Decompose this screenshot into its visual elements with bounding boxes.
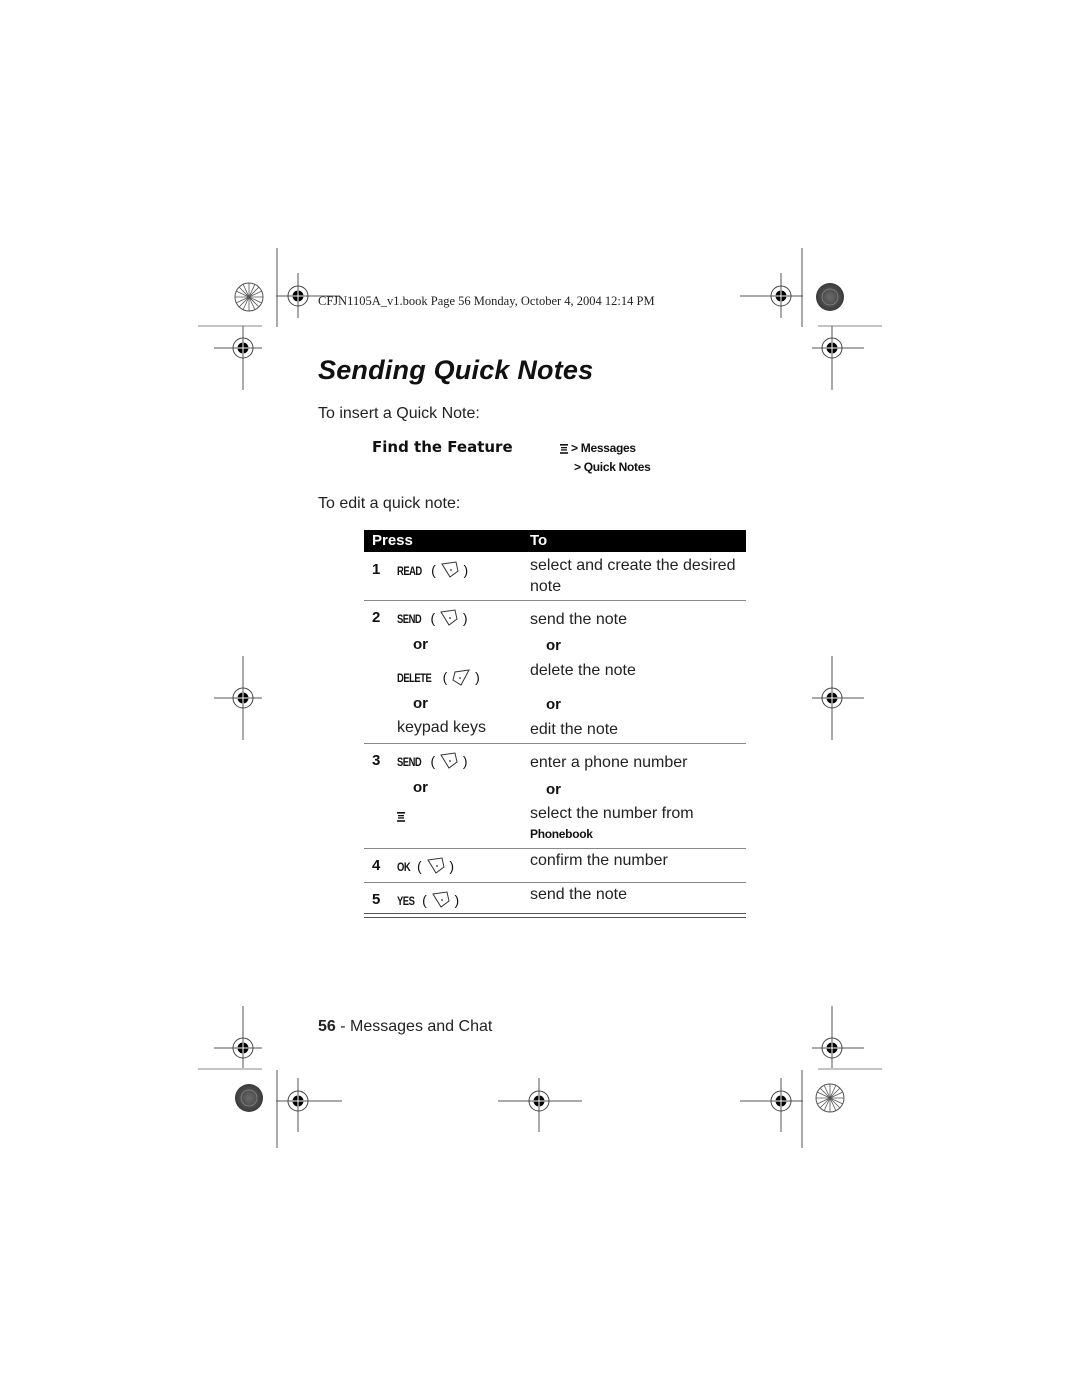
send-key-label: SEND bbox=[397, 614, 422, 626]
ok-key-label: OK bbox=[397, 862, 411, 874]
to-text: enter a phone number bbox=[530, 754, 688, 771]
dark-disc-top-right-icon bbox=[816, 283, 844, 311]
delete-key-label: DELETE bbox=[397, 673, 432, 685]
crosshair-right-upper bbox=[812, 325, 882, 390]
to-text: delete the note bbox=[530, 662, 636, 679]
to-text: send the note bbox=[530, 611, 627, 628]
or-label: or bbox=[546, 696, 561, 713]
right-soft-key-icon bbox=[440, 609, 458, 626]
press-yes: YES ( ) bbox=[397, 891, 460, 908]
phonebook-label: Phonebook bbox=[530, 827, 593, 841]
crosshair-top-left bbox=[276, 248, 340, 327]
table-bottom-rule bbox=[364, 917, 746, 918]
or-label: or bbox=[413, 779, 428, 796]
or-label: or bbox=[546, 781, 561, 798]
row-divider bbox=[364, 848, 746, 849]
right-soft-key-icon bbox=[440, 561, 459, 578]
find-feature-label: Find the Feature bbox=[372, 438, 513, 456]
press-delete: DELETE ( ) bbox=[397, 669, 480, 686]
table-header: Press To bbox=[364, 530, 746, 552]
crosshair-top-right bbox=[740, 248, 803, 327]
section-name: - Messages and Chat bbox=[335, 1018, 493, 1035]
print-header: CFJN1105A_v1.book Page 56 Monday, Octobe… bbox=[318, 294, 655, 308]
right-soft-key-icon bbox=[440, 752, 458, 769]
to-text: select the number from bbox=[530, 805, 694, 822]
menu-icon bbox=[560, 443, 568, 454]
to-text: edit the note bbox=[530, 721, 619, 738]
starburst-top-left-icon bbox=[234, 282, 264, 312]
crosshair-right-lower bbox=[812, 1006, 882, 1070]
header-to: To bbox=[530, 532, 548, 549]
row-divider bbox=[364, 743, 746, 744]
right-soft-key-icon bbox=[426, 857, 445, 874]
path-quick-notes: > Quick Notes bbox=[574, 460, 651, 474]
row-divider bbox=[364, 600, 746, 601]
read-key-label: READ bbox=[397, 566, 422, 578]
press-keypad-keys: keypad keys bbox=[397, 719, 486, 736]
intro-edit: To edit a quick note: bbox=[318, 495, 461, 512]
or-label: or bbox=[546, 637, 561, 654]
press-send: SEND ( ) bbox=[397, 752, 468, 769]
menu-icon bbox=[397, 812, 405, 823]
registration-marks bbox=[198, 248, 882, 1148]
find-feature-path-1: > Messages bbox=[560, 441, 636, 455]
page-number: 56 bbox=[318, 1018, 336, 1035]
intro-insert: To insert a Quick Note: bbox=[318, 405, 480, 422]
to-text: select and create the desired note bbox=[530, 557, 736, 595]
crosshair-left-lower bbox=[198, 1006, 262, 1070]
page-footer: 56 - Messages and Chat bbox=[318, 1018, 492, 1036]
crosshair-left-middle bbox=[214, 656, 262, 740]
press-ok: OK ( ) bbox=[397, 857, 455, 874]
step-number: 4 bbox=[372, 857, 381, 874]
left-soft-key-icon bbox=[452, 669, 471, 686]
table-bottom-rule bbox=[364, 913, 746, 914]
to-text: confirm the number bbox=[530, 852, 668, 869]
step-number: 2 bbox=[372, 609, 381, 626]
page-title: Sending Quick Notes bbox=[318, 355, 594, 385]
step-number: 3 bbox=[372, 752, 381, 769]
header-press: Press bbox=[372, 532, 413, 549]
crosshair-bottom-center bbox=[498, 1078, 582, 1132]
press-send: SEND ( ) bbox=[397, 609, 468, 626]
crosshair-bottom-left bbox=[276, 1070, 342, 1148]
path-messages: > Messages bbox=[571, 441, 636, 455]
to-text: send the note bbox=[530, 886, 627, 903]
crosshair-bottom-right bbox=[740, 1070, 803, 1148]
press-read: READ ( ) bbox=[397, 561, 469, 578]
starburst-bottom-right-icon bbox=[815, 1083, 845, 1113]
crosshair-right-middle bbox=[812, 656, 864, 740]
dark-disc-bottom-left-icon bbox=[235, 1084, 263, 1112]
step-number: 1 bbox=[372, 561, 381, 578]
crosshair-left-upper bbox=[198, 325, 262, 390]
or-label: or bbox=[413, 636, 428, 653]
or-label: or bbox=[413, 695, 428, 712]
press-menu-key bbox=[397, 808, 405, 824]
send-key-label: SEND bbox=[397, 757, 422, 769]
right-soft-key-icon bbox=[431, 891, 450, 908]
step-number: 5 bbox=[372, 891, 381, 908]
yes-key-label: YES bbox=[397, 896, 415, 908]
row-divider bbox=[364, 882, 746, 883]
